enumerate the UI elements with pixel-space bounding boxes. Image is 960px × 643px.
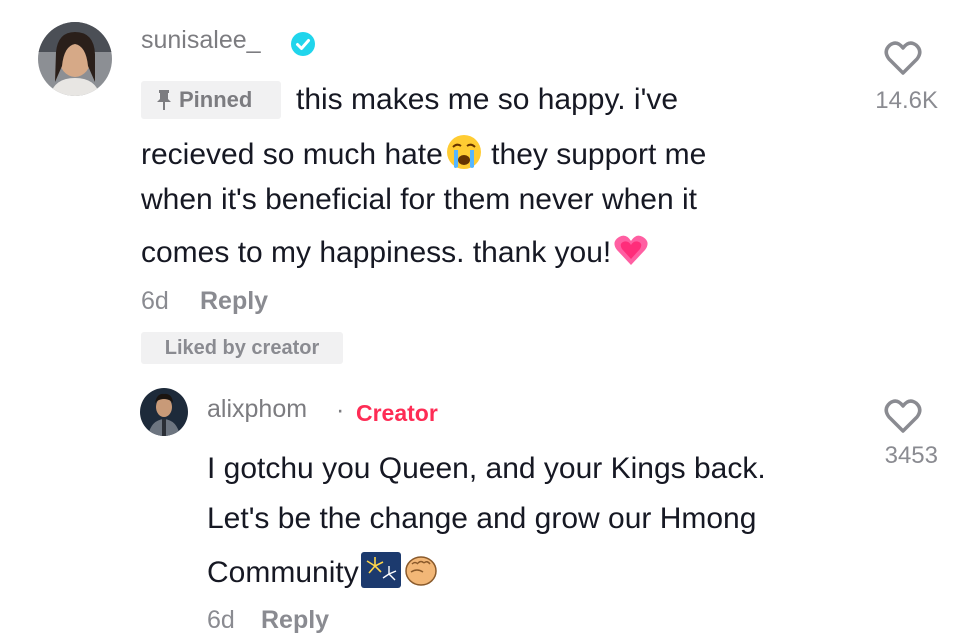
comment-username[interactable]: alixphom (207, 395, 307, 424)
like-count: 3453 (884, 442, 938, 469)
crying-face-emoji (445, 133, 483, 179)
reply-button[interactable]: Reply (200, 287, 268, 316)
reply-button[interactable]: Reply (261, 606, 329, 635)
like-heart-icon[interactable] (884, 40, 922, 81)
fist-emoji (403, 552, 439, 596)
comment-text-line: recieved so much hate they support me (141, 133, 706, 179)
liked-by-creator-badge: Liked by creator (141, 332, 343, 364)
comment-text-line: Community (207, 552, 439, 596)
creator-badge: Creator (356, 400, 438, 426)
pin-icon (157, 90, 171, 110)
comment-text-line: when it's beneficial for them never when… (141, 183, 698, 216)
comment-time: 6d (207, 606, 235, 634)
comment-text-line: this makes me so happy. i've (296, 83, 679, 116)
separator-dot: · (336, 396, 345, 424)
comment-text-line: Let's be the change and grow our Hmong (207, 502, 757, 535)
like-count: 14.6K (875, 87, 938, 114)
comment-time: 6d (141, 287, 169, 315)
verified-icon (290, 31, 316, 57)
comment-text-line: comes to my happiness. thank you! (141, 233, 649, 275)
comment-username[interactable]: sunisalee_ (141, 26, 261, 55)
comment-text-line: I gotchu you Queen, and your Kings back. (207, 452, 766, 485)
pinned-label: Pinned (179, 87, 253, 112)
avatar-alixphom[interactable] (140, 388, 188, 436)
like-heart-icon[interactable] (884, 398, 922, 439)
avatar-sunisalee[interactable] (38, 22, 112, 96)
growing-heart-emoji (613, 233, 649, 275)
pinned-badge: Pinned (141, 81, 281, 119)
fireworks-emoji (360, 552, 401, 596)
